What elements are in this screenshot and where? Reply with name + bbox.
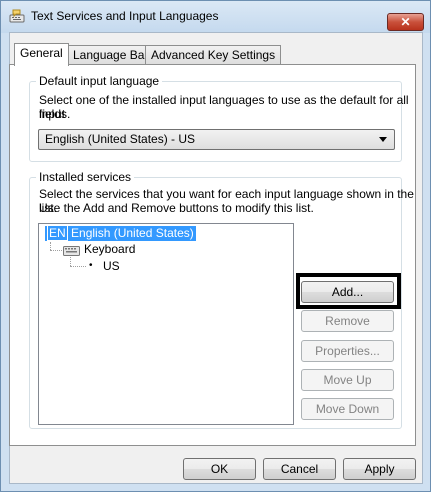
tree-connector xyxy=(70,266,86,267)
move-down-button[interactable]: Move Down xyxy=(301,398,394,420)
tree-connector xyxy=(50,242,51,250)
keyboard-icon xyxy=(63,246,80,256)
add-button-label: Add... xyxy=(331,285,364,299)
default-input-description-line1: Select one of the installed input langua… xyxy=(39,93,409,121)
move-up-button-label: Move Up xyxy=(323,373,372,387)
tab-advanced-key-settings[interactable]: Advanced Key Settings xyxy=(145,45,282,65)
tab-language-bar[interactable]: Language Bar xyxy=(67,45,155,65)
language-name: English (United States) xyxy=(71,226,194,240)
remove-button[interactable]: Remove xyxy=(301,310,394,332)
add-button[interactable]: Add... xyxy=(301,281,394,303)
cancel-button[interactable]: Cancel xyxy=(263,458,336,480)
tree-item-keyboard[interactable]: Keyboard xyxy=(84,242,135,256)
title-bar[interactable]: Text Services and Input Languages ✕ xyxy=(1,1,430,33)
tree-connector xyxy=(70,257,71,266)
close-icon: ✕ xyxy=(400,15,411,29)
apply-button-label: Apply xyxy=(364,462,395,476)
installed-services-legend: Installed services xyxy=(36,170,135,184)
tab-language-bar-label: Language Bar xyxy=(73,48,149,62)
tree-item-us-layout[interactable]: US xyxy=(103,259,120,273)
default-input-description-line2: fields. xyxy=(39,107,71,121)
dialog-window: Text Services and Input Languages ✕ Gene… xyxy=(0,0,431,492)
default-input-language-value: English (United States) - US xyxy=(45,132,196,146)
cancel-button-label: Cancel xyxy=(280,462,319,476)
move-up-button[interactable]: Move Up xyxy=(301,369,394,391)
tab-advanced-key-settings-label: Advanced Key Settings xyxy=(151,48,276,62)
properties-button[interactable]: Properties... xyxy=(301,340,394,362)
window-title: Text Services and Input Languages xyxy=(31,9,219,23)
chevron-down-icon xyxy=(379,137,387,142)
tree-item-language[interactable]: EN English (United States) xyxy=(45,225,196,241)
tab-general[interactable]: General xyxy=(14,43,69,66)
remove-button-label: Remove xyxy=(325,314,370,328)
language-code-badge: EN xyxy=(47,225,68,241)
bullet-icon: • xyxy=(89,260,93,271)
tree-connector xyxy=(50,250,62,251)
tab-general-label: General xyxy=(20,46,63,60)
installed-services-tree[interactable]: EN English (United States) Keyboard • US xyxy=(38,223,294,425)
properties-button-label: Properties... xyxy=(315,344,380,358)
ok-button-label: OK xyxy=(210,462,229,476)
close-button[interactable]: ✕ xyxy=(387,13,424,31)
keyboard-language-icon xyxy=(9,9,25,23)
ok-button[interactable]: OK xyxy=(183,458,256,480)
move-down-button-label: Move Down xyxy=(315,402,380,416)
apply-button[interactable]: Apply xyxy=(343,458,416,480)
installed-services-description-line2: Use the Add and Remove buttons to modify… xyxy=(39,201,314,215)
default-input-language-legend: Default input language xyxy=(36,74,163,88)
default-input-language-select[interactable]: English (United States) - US xyxy=(38,129,395,150)
